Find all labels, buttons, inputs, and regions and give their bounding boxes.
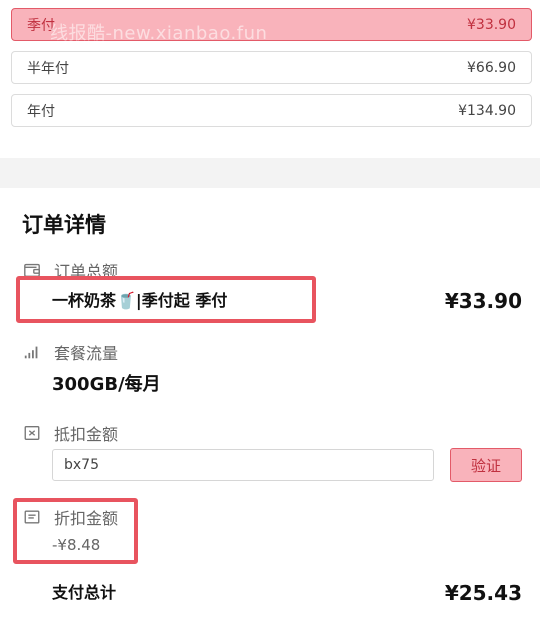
- receipt-icon: [22, 507, 42, 527]
- traffic-label: 套餐流量: [54, 344, 119, 363]
- traffic-label-row: 套餐流量: [22, 340, 118, 364]
- order-total-price: ¥33.90: [444, 289, 522, 313]
- order-total-label: 订单总额: [54, 262, 119, 281]
- order-total-label-row: 订单总额: [22, 258, 118, 282]
- signal-bars-icon: [22, 342, 42, 362]
- verify-button[interactable]: 验证: [450, 448, 522, 482]
- coupon-label: 抵扣金额: [54, 425, 119, 444]
- discount-label-row: 折扣金额: [22, 505, 118, 529]
- plan-label: 季付: [27, 17, 55, 34]
- plan-label: 半年付: [27, 60, 69, 77]
- coupon-label-row: 抵扣金额: [22, 421, 118, 445]
- discount-label: 折扣金额: [54, 509, 119, 528]
- order-details-title: 订单详情: [22, 213, 106, 237]
- plan-price: ¥33.90: [467, 16, 516, 33]
- coupon-input[interactable]: [52, 449, 434, 481]
- coupon-x-icon: [22, 423, 42, 443]
- plan-price: ¥134.90: [458, 102, 516, 119]
- product-name: 一杯奶茶🥤|季付起 季付: [52, 291, 228, 310]
- plan-yearly[interactable]: 年付 ¥134.90: [11, 94, 532, 127]
- discount-value: -¥8.48: [52, 536, 101, 554]
- traffic-value: 300GB/每月: [52, 374, 161, 395]
- section-divider: [0, 158, 540, 188]
- wallet-icon: [22, 260, 42, 280]
- pay-total-label: 支付总计: [52, 583, 117, 602]
- plan-quarterly[interactable]: 季付 ¥33.90: [11, 8, 532, 41]
- plan-half-year[interactable]: 半年付 ¥66.90: [11, 51, 532, 84]
- plan-price: ¥66.90: [467, 59, 516, 76]
- pay-total-value: ¥25.43: [444, 581, 522, 605]
- plan-label: 年付: [27, 103, 55, 120]
